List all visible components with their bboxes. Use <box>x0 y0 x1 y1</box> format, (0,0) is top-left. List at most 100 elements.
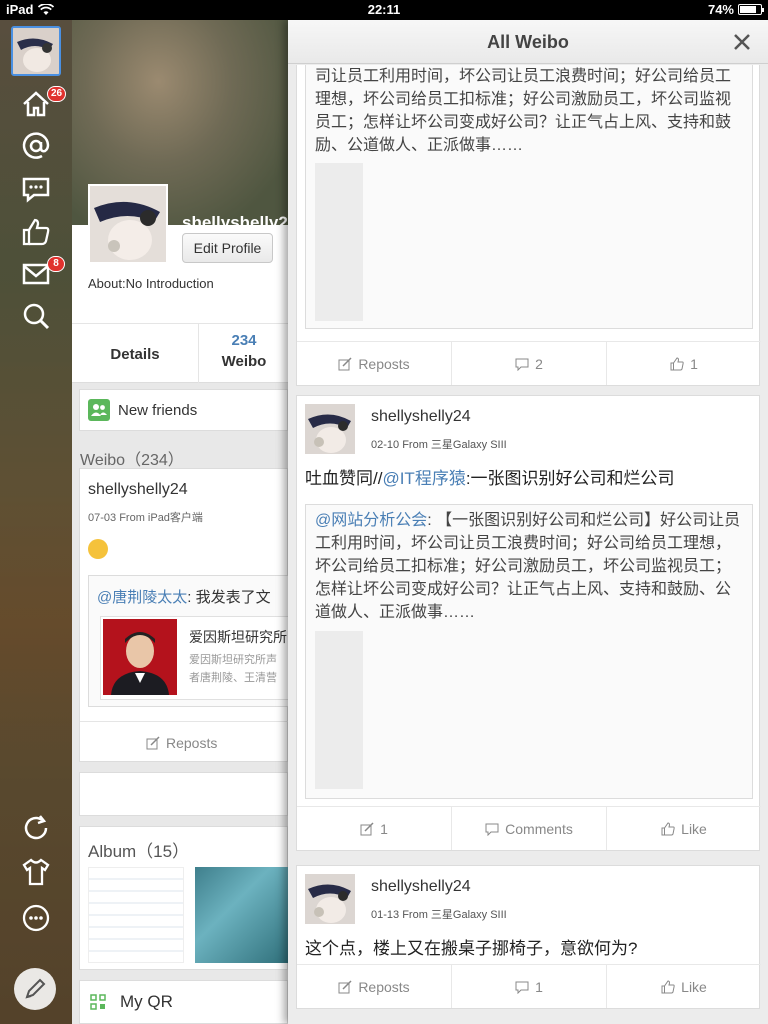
post-author[interactable]: shellyshelly24 <box>371 408 471 426</box>
repost-icon <box>338 979 352 993</box>
battery-percent: 74% <box>707 2 734 17</box>
repost-label: Reposts <box>358 355 410 372</box>
profile-panel: shellyshelly24 Edit Profile About:No Int… <box>72 20 288 1024</box>
repost-text: : 我发表了文 <box>187 589 271 606</box>
search-icon[interactable] <box>18 298 54 334</box>
post-author[interactable]: shellyshelly24 <box>88 481 188 499</box>
post-author[interactable]: shellyshelly24 <box>371 878 471 896</box>
blank-card <box>79 772 288 816</box>
pencil-icon <box>25 978 46 999</box>
post-actions: Reposts 1 Like <box>297 964 761 1008</box>
weibo-tab-label: Weibo <box>221 353 267 370</box>
clock: 22:11 <box>367 2 401 17</box>
comment-icon <box>515 358 529 371</box>
album-section[interactable]: Album（15） <box>79 826 288 970</box>
weibo-heading: Weibo（234） <box>80 452 184 469</box>
post-mention[interactable]: @IT程序猿 <box>382 469 465 488</box>
post-meta: 01-13 From 三星Galaxy SIII <box>371 909 507 921</box>
edit-profile-button[interactable]: Edit Profile <box>182 233 273 263</box>
repost-mention[interactable]: @唐荆陵太太 <box>97 589 187 606</box>
skin-tshirt-icon[interactable] <box>18 854 54 890</box>
comment-count: 1 <box>535 978 543 995</box>
my-qr-label: My QR <box>120 992 173 1011</box>
battery-icon <box>738 4 764 15</box>
mention-icon[interactable] <box>18 128 54 164</box>
repost-text: 司让员工利用时间，坏公司让员工浪费时间；好公司给员工理想，坏公司给员工扣标准；好… <box>315 68 732 154</box>
like-icon <box>670 356 684 370</box>
repost-image[interactable] <box>315 163 363 321</box>
weibo-count: 234 <box>231 332 257 349</box>
close-icon <box>734 34 750 50</box>
like-button[interactable]: 1 <box>607 342 761 385</box>
album-thumb-1[interactable] <box>88 867 184 963</box>
repost-button[interactable]: Reposts <box>297 965 452 1008</box>
feed-post[interactable]: 司让员工利用时间，坏公司让员工浪费时间；好公司给员工理想，坏公司给员工扣标准；好… <box>296 65 761 386</box>
close-button[interactable] <box>730 30 754 54</box>
comment-button[interactable]: 2 <box>452 342 607 385</box>
post-text: 吐血赞同//@IT程序猿:一张图识别好公司和烂公司 <box>305 464 675 489</box>
profile-tabs: Details 234 Weibo <box>72 323 288 384</box>
link-card-desc-1: 爱因斯坦研究所声 <box>189 654 277 666</box>
emoji-icon <box>88 539 108 559</box>
album-title: Album（15） <box>88 842 190 861</box>
post-actions: 1 Comments Like <box>297 806 761 850</box>
repost-mention[interactable]: @网站分析公会 <box>315 512 427 529</box>
weibo-feed: 司让员工利用时间，坏公司让员工浪费时间；好公司给员工理想，坏公司给员工扣标准；好… <box>288 65 768 1024</box>
link-card-photo <box>103 619 177 695</box>
repost-label: Reposts <box>166 734 218 751</box>
messages-badge: 8 <box>47 256 65 272</box>
friends-icon <box>88 399 110 421</box>
repost-label: Reposts <box>358 978 410 995</box>
compose-button[interactable] <box>14 968 56 1010</box>
profile-avatar[interactable] <box>88 184 168 264</box>
profile-post[interactable]: shellyshelly24 07-03 From iPad客户端 @唐荆陵太太… <box>79 468 288 762</box>
repost-box[interactable]: @网站分析公会: 【一张图识别好公司和烂公司】好公司让员工利用时间，坏公司让员工… <box>305 504 753 799</box>
repost-box[interactable]: @唐荆陵太太: 我发表了文 爱因斯坦研究所 爱因斯坦研究所声 者唐荆陵、王清营 <box>88 575 288 707</box>
like-icon <box>661 979 675 993</box>
repost-button[interactable]: Reposts <box>80 721 288 763</box>
album-thumb-2[interactable] <box>195 867 288 963</box>
repost-box[interactable]: 司让员工利用时间，坏公司让员工浪费时间；好公司给员工理想，坏公司给员工扣标准；好… <box>305 65 753 329</box>
comment-button[interactable]: 1 <box>452 965 607 1008</box>
qr-icon <box>90 994 106 1010</box>
like-label: Like <box>681 978 707 995</box>
comments-icon[interactable] <box>18 171 54 207</box>
repost-count: 1 <box>380 820 388 837</box>
comment-icon <box>515 981 529 994</box>
my-qr-button[interactable]: My QR <box>79 980 288 1024</box>
post-text-prefix: 吐血赞同// <box>305 469 383 488</box>
new-friends-button[interactable]: New friends <box>79 389 288 431</box>
tab-weibo[interactable]: 234 Weibo <box>200 332 288 370</box>
link-card-desc-2: 者唐荆陵、王清营 <box>189 672 277 684</box>
post-meta: 02-10 From 三星Galaxy SIII <box>371 439 507 451</box>
like-icon[interactable] <box>18 214 54 250</box>
refresh-icon[interactable] <box>18 810 54 846</box>
panel-header: All Weibo <box>288 20 768 64</box>
repost-button[interactable]: Reposts <box>297 342 452 385</box>
feed-post[interactable]: shellyshelly24 02-10 From 三星Galaxy SIII … <box>296 395 761 851</box>
all-weibo-panel: All Weibo 司让员工利用时间，坏公司让员工浪费时间；好公司给员工理想，坏… <box>288 20 768 1024</box>
repost-text: @网站分析公会: 【一张图识别好公司和烂公司】好公司让员工利用时间，坏公司让员工… <box>315 509 745 624</box>
post-avatar[interactable] <box>305 404 355 454</box>
like-label: Like <box>681 820 707 837</box>
repost-icon <box>360 821 374 835</box>
sidebar-avatar[interactable] <box>11 26 61 76</box>
post-text: 这个点，楼上又在搬桌子挪椅子，意欲何为? <box>305 939 638 958</box>
feed-post[interactable]: shellyshelly24 01-13 From 三星Galaxy SIII … <box>296 865 761 1009</box>
like-button[interactable]: Like <box>607 965 761 1008</box>
repost-button[interactable]: 1 <box>297 807 452 850</box>
new-friends-label: New friends <box>118 401 198 419</box>
comment-icon <box>485 823 499 836</box>
repost-image[interactable] <box>315 631 363 789</box>
link-card-title: 爱因斯坦研究所 <box>189 629 287 645</box>
tab-details[interactable]: Details <box>72 324 199 384</box>
panel-title: All Weibo <box>487 32 569 52</box>
link-card[interactable]: 爱因斯坦研究所 爱因斯坦研究所声 者唐荆陵、王清营 <box>100 616 288 700</box>
sidebar: 26 8 <box>0 20 72 1024</box>
more-icon[interactable] <box>18 900 54 936</box>
like-count: 1 <box>690 355 698 372</box>
post-avatar[interactable] <box>305 874 355 924</box>
post-text-rest: :一张图识别好公司和烂公司 <box>465 469 675 488</box>
like-button[interactable]: Like <box>607 807 761 850</box>
comment-button[interactable]: Comments <box>452 807 607 850</box>
